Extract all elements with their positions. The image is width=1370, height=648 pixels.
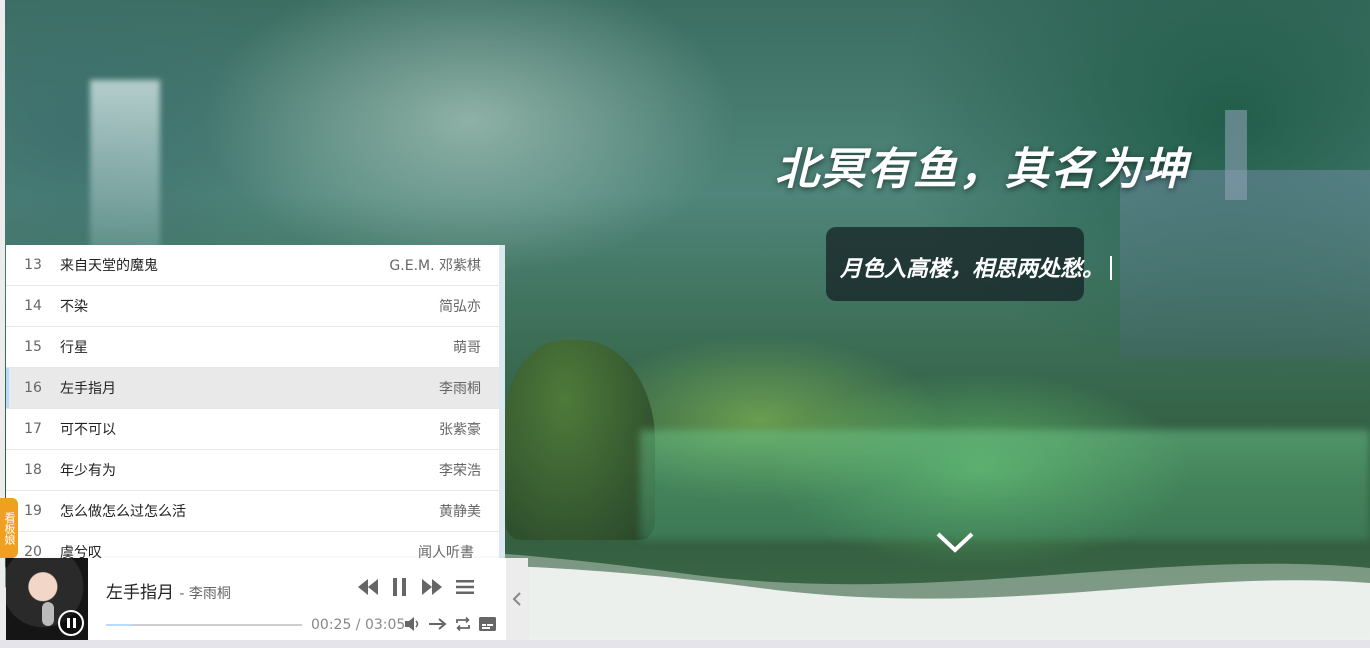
side-tab[interactable]: 看板娘 bbox=[0, 498, 18, 558]
track-artist: 闻人听書_ bbox=[418, 545, 481, 558]
pond bbox=[640, 430, 1370, 540]
progress-fill bbox=[106, 624, 133, 626]
track-title: 虞兮叹 bbox=[60, 545, 102, 558]
track-title: 左手指月 bbox=[60, 381, 116, 397]
castle-tower bbox=[1225, 110, 1247, 200]
loop-icon[interactable] bbox=[455, 617, 471, 631]
track-number: 16 bbox=[24, 380, 42, 396]
playlist[interactable]: 13 来自天堂的魔鬼 G.E.M. 邓紫棋 14 不染 简弘亦 15 行星 萌哥 16 左手指月 李雨… bbox=[6, 245, 505, 558]
player-info: 左手指月 - 李雨桐 00:25 / 03:05 bbox=[88, 558, 506, 640]
track-number: 18 bbox=[24, 462, 42, 478]
playlist-item[interactable]: 14 不染 简弘亦 bbox=[6, 286, 499, 327]
track-title: 怎么做怎么过怎么活 bbox=[60, 504, 186, 520]
track-number: 17 bbox=[24, 421, 42, 437]
playlist-item[interactable]: 18 年少有为 李荣浩 bbox=[6, 450, 499, 491]
waterfall bbox=[90, 80, 160, 260]
pause-icon[interactable] bbox=[392, 578, 408, 596]
playback-controls bbox=[358, 578, 474, 596]
track-number: 15 bbox=[24, 339, 42, 355]
hero-subtitle-text: 月色入高楼，相思两处愁。 bbox=[840, 257, 1105, 282]
lyrics-icon[interactable] bbox=[479, 617, 496, 631]
album-cover[interactable] bbox=[6, 558, 88, 640]
track-artist: 李荣浩 bbox=[439, 463, 481, 479]
chevron-left-icon bbox=[512, 591, 522, 607]
track-artist: 简弘亦 bbox=[439, 299, 481, 315]
hero-title: 北冥有鱼，其名为坤 bbox=[775, 144, 1189, 195]
playlist-item[interactable]: 13 来自天堂的魔鬼 G.E.M. 邓紫棋 bbox=[6, 245, 499, 286]
forward-icon[interactable] bbox=[422, 579, 442, 595]
playlist-item[interactable]: 16 左手指月 李雨桐 bbox=[6, 368, 499, 409]
now-playing-title: 左手指月 bbox=[106, 583, 174, 603]
collapse-player-button[interactable] bbox=[506, 558, 528, 640]
time-display: 00:25 / 03:05 bbox=[311, 617, 406, 633]
cover-pause-button[interactable] bbox=[58, 610, 84, 636]
track-artist: 黄静美 bbox=[439, 504, 481, 520]
track-artist: G.E.M. 邓紫棋 bbox=[389, 258, 481, 274]
playlist-item[interactable]: 20 虞兮叹 闻人听書_ bbox=[6, 532, 499, 558]
music-player: 左手指月 - 李雨桐 00:25 / 03:05 bbox=[6, 558, 528, 640]
progress-bar[interactable] bbox=[106, 624, 302, 626]
typing-caret bbox=[1110, 256, 1113, 280]
track-title: 来自天堂的魔鬼 bbox=[60, 258, 158, 274]
bottom-bar bbox=[0, 640, 1370, 648]
track-artist: 萌哥 bbox=[453, 340, 481, 356]
scroll-down-button[interactable] bbox=[935, 528, 975, 558]
playlist-item[interactable]: 19 怎么做怎么过怎么活 黄静美 bbox=[6, 491, 499, 532]
order-arrow-icon[interactable] bbox=[429, 617, 447, 631]
track-title: 年少有为 bbox=[60, 463, 116, 479]
list-menu-icon[interactable] bbox=[456, 580, 474, 594]
backward-icon[interactable] bbox=[358, 579, 378, 595]
track-artist: 张紫豪 bbox=[439, 422, 481, 438]
extra-controls bbox=[405, 617, 496, 631]
track-number: 13 bbox=[24, 257, 42, 273]
microphone bbox=[42, 602, 54, 626]
track-title: 行星 bbox=[60, 340, 88, 356]
mossy-rock bbox=[505, 340, 655, 540]
track-artist: 李雨桐 bbox=[439, 381, 481, 397]
volume-icon[interactable] bbox=[405, 617, 421, 631]
track-number: 14 bbox=[24, 298, 42, 314]
track-title: 不染 bbox=[60, 299, 88, 315]
now-playing-artist: - 李雨桐 bbox=[179, 586, 231, 602]
track-title: 可不可以 bbox=[60, 422, 116, 438]
chevron-down-icon bbox=[935, 528, 975, 558]
playlist-item[interactable]: 15 行星 萌哥 bbox=[6, 327, 499, 368]
now-playing: 左手指月 - 李雨桐 bbox=[106, 578, 231, 603]
hero-subtitle: 月色入高楼，相思两处愁。 bbox=[840, 251, 1113, 283]
playlist-item[interactable]: 17 可不可以 张紫豪 bbox=[6, 409, 499, 450]
